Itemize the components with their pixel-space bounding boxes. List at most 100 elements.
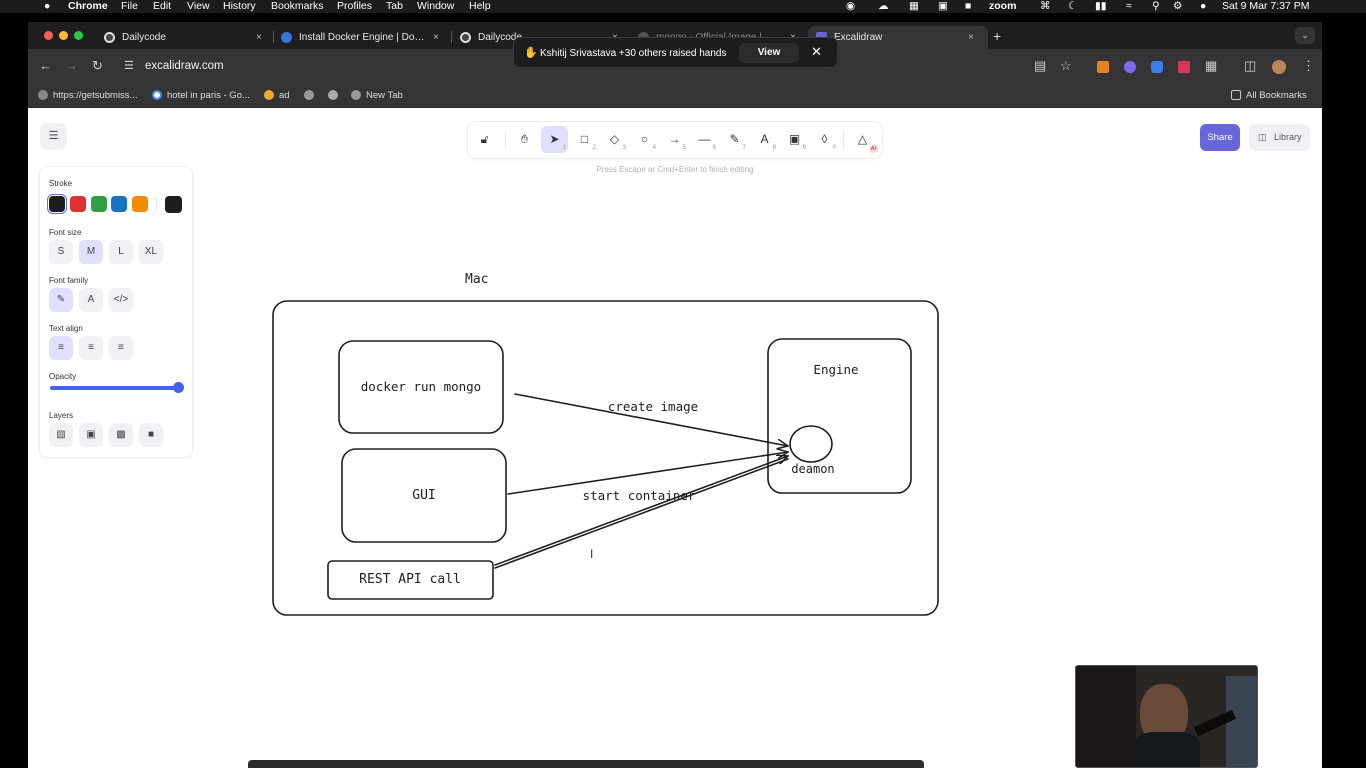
chrome-menu-icon[interactable]: ⋮ (1302, 58, 1315, 74)
selection-tool[interactable]: ➤ 1 (541, 126, 568, 153)
tab-close-icon[interactable]: × (256, 26, 262, 49)
stroke-color-blue[interactable] (111, 196, 127, 212)
engine-label[interactable]: Engine (813, 362, 858, 377)
bookmark-globe[interactable] (304, 89, 319, 102)
status-control-center-icon[interactable]: ⚙ (1173, 0, 1182, 13)
mac-label[interactable]: Mac (465, 272, 488, 287)
diamond-tool[interactable]: ◇ 3 (601, 126, 628, 153)
status-screen-icon[interactable]: ▣ (938, 0, 948, 13)
all-bookmarks-folder[interactable]: All Bookmarks (1231, 89, 1307, 102)
font-size-m[interactable]: M (79, 240, 103, 264)
menu-tab[interactable]: Tab (386, 0, 403, 13)
status-app-icon[interactable]: ◉ (846, 0, 855, 13)
bookmark-settings[interactable] (328, 89, 343, 102)
font-size-xl[interactable]: XL (139, 240, 163, 264)
window-maximize-button[interactable] (74, 31, 83, 40)
reload-icon[interactable]: ↻ (92, 58, 103, 74)
gui-label[interactable]: GUI (412, 488, 435, 503)
stroke-color-orange[interactable] (132, 196, 148, 212)
status-zoom[interactable]: zoom (989, 0, 1016, 13)
bookmark-ad[interactable]: ad (264, 89, 290, 102)
extension-me-icon[interactable] (1178, 61, 1190, 73)
font-family-code[interactable]: </> (109, 288, 133, 312)
menu-help[interactable]: Help (469, 0, 491, 13)
arrow-tool[interactable]: → 5 (661, 126, 688, 153)
tab-search-icon[interactable]: ⌄ (1295, 27, 1315, 44)
window-close-button[interactable] (44, 31, 53, 40)
extension-icon[interactable] (1124, 61, 1136, 73)
stroke-color-current[interactable] (165, 196, 182, 213)
tab-dailycode-1[interactable]: Dailycode × (104, 26, 274, 49)
font-family-normal[interactable]: A (79, 288, 103, 312)
stroke-color-red[interactable] (70, 196, 86, 212)
metamask-extension-icon[interactable] (1097, 61, 1109, 73)
status-battery-icon[interactable]: ▮▮ (1095, 0, 1107, 13)
address-bar[interactable]: excalidraw.com (145, 57, 224, 75)
daemon-circle[interactable] (789, 425, 833, 463)
bookmark-hotel-paris[interactable]: hotel in paris - Go... (152, 89, 250, 102)
status-siri-icon[interactable]: ● (1200, 0, 1206, 13)
opacity-slider-handle[interactable] (173, 382, 184, 393)
bring-forward-button[interactable]: ▩ (109, 423, 133, 447)
status-moon-icon[interactable]: ☾ (1068, 0, 1077, 13)
text-tool[interactable]: A8 (751, 126, 778, 153)
status-cloud-icon[interactable]: ☁ (878, 0, 889, 13)
tab-install-docker[interactable]: Install Docker Engine | Docke × (281, 26, 446, 49)
main-menu-button[interactable]: ☰ (40, 123, 67, 150)
menu-app-name[interactable]: Chrome (68, 0, 108, 13)
side-panel-icon[interactable]: ◫ (1244, 58, 1256, 74)
profile-avatar[interactable] (1272, 60, 1286, 74)
tab-close-icon[interactable]: × (433, 26, 439, 49)
menu-bookmarks[interactable]: Bookmarks (271, 0, 324, 13)
menu-edit[interactable]: Edit (153, 0, 171, 13)
daemon-label[interactable]: deamon (791, 462, 834, 476)
notification-view-button[interactable]: View (739, 43, 799, 63)
send-backward-button[interactable]: ▣ (79, 423, 103, 447)
mac-container-box[interactable] (272, 300, 939, 616)
rest-api-call-label[interactable]: REST API call (359, 572, 461, 587)
bookmark-star-icon[interactable]: ☆ (1060, 58, 1072, 74)
notification-close-icon[interactable]: ✕ (811, 44, 822, 60)
hand-tool[interactable]: ✋︎ (511, 126, 538, 153)
menu-file[interactable]: File (121, 0, 138, 13)
line-tool[interactable]: —6 (691, 126, 718, 153)
font-family-handdrawn[interactable]: ✎ (49, 288, 73, 312)
zoom-meeting-controls[interactable] (248, 760, 924, 768)
window-minimize-button[interactable] (59, 31, 68, 40)
bring-to-front-button[interactable]: ■ (139, 423, 163, 447)
status-command-icon[interactable]: ⌘ (1040, 0, 1051, 13)
webcam-video-overlay[interactable] (1075, 665, 1258, 768)
create-image-label[interactable]: create image (608, 399, 698, 414)
font-size-l[interactable]: L (109, 240, 133, 264)
share-button[interactable]: Share (1200, 124, 1240, 151)
text-align-center[interactable]: ≡ (79, 336, 103, 360)
opacity-slider-track[interactable] (50, 386, 182, 390)
start-container-label[interactable]: start container (583, 488, 696, 503)
font-size-s[interactable]: S (49, 240, 73, 264)
apple-icon[interactable]: ● (44, 0, 50, 13)
menu-history[interactable]: History (223, 0, 256, 13)
tab-close-icon[interactable]: × (968, 26, 974, 49)
menu-view[interactable]: View (187, 0, 210, 13)
back-arrow-icon[interactable]: ← (39, 58, 52, 74)
status-grid-icon[interactable]: ▦ (909, 0, 919, 13)
extensions-puzzle-icon[interactable]: ▦ (1205, 58, 1217, 74)
status-lock-icon[interactable]: ■ (965, 0, 971, 13)
menu-profiles[interactable]: Profiles (337, 0, 372, 13)
stroke-color-black[interactable] (49, 196, 65, 212)
status-search-icon[interactable]: ⚲ (1152, 0, 1160, 13)
status-datetime[interactable]: Sat 9 Mar 7:37 PM (1222, 0, 1310, 13)
status-wifi-icon[interactable]: ≈ (1126, 0, 1132, 13)
arrow-rest-api[interactable] (494, 456, 788, 566)
text-align-left[interactable]: ≡ (49, 336, 73, 360)
bookmark-getsubmiss[interactable]: https://getsubmiss... (38, 89, 137, 102)
rectangle-tool[interactable]: □ 2 (571, 126, 598, 153)
image-tool[interactable]: ▣ 9 (781, 126, 808, 153)
eraser-tool[interactable]: ◊ 0 (811, 126, 838, 153)
extension-check-icon[interactable] (1151, 61, 1163, 73)
text-align-right[interactable]: ≡ (109, 336, 133, 360)
lock-tool[interactable]: 🔓︎ (471, 126, 498, 153)
more-tools-button[interactable]: △ AI (849, 126, 878, 153)
bookmark-new-tab[interactable]: New Tab (351, 89, 403, 102)
forward-arrow-icon[interactable]: → (65, 58, 78, 74)
